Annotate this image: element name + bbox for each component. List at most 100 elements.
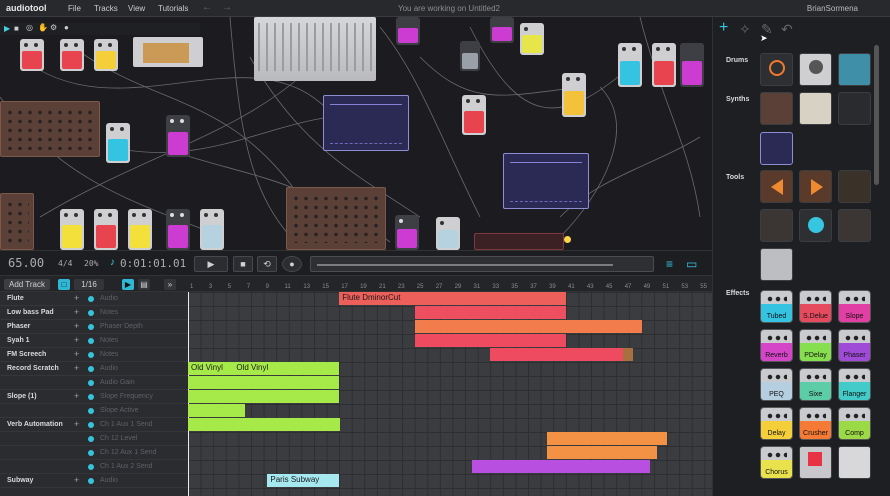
play-button[interactable]: ▶ bbox=[194, 256, 228, 272]
clip[interactable] bbox=[547, 446, 657, 459]
effect-device-tile[interactable]: Chorus bbox=[760, 446, 793, 479]
effect-device-tile[interactable]: Crusher bbox=[799, 407, 832, 440]
track-row[interactable]: Slope (1) + Slope Frequency bbox=[0, 390, 188, 404]
track-row[interactable]: Phaser + Phaser Depth bbox=[0, 320, 188, 334]
pedal-device[interactable] bbox=[128, 209, 152, 250]
clip[interactable] bbox=[414, 334, 566, 347]
menu-view[interactable]: View bbox=[128, 4, 145, 13]
clip[interactable] bbox=[414, 306, 566, 319]
track-row[interactable]: Slope Active bbox=[0, 404, 188, 418]
track-row[interactable]: Ch 12 Aux 1 Send bbox=[0, 446, 188, 460]
track-color-dot[interactable] bbox=[88, 436, 94, 442]
synth-device-tile[interactable] bbox=[838, 92, 871, 125]
timeline-icon[interactable]: ≡ bbox=[666, 257, 673, 271]
grid-icon[interactable]: ▤ bbox=[138, 279, 150, 290]
track-parameter[interactable]: Ch 12 Aux 1 Send bbox=[100, 449, 156, 456]
track-parameter[interactable]: Notes bbox=[100, 351, 118, 358]
track-color-dot[interactable] bbox=[88, 450, 94, 456]
pedal-device[interactable] bbox=[200, 209, 224, 250]
snap-toggle[interactable]: □ bbox=[58, 279, 70, 290]
track-row[interactable]: FM Screech + Notes bbox=[0, 348, 188, 362]
pedal-device[interactable] bbox=[490, 17, 514, 43]
device-desktop[interactable]: ▶ ■ ◎ ✋ ⚙ ● bbox=[0, 17, 712, 250]
tool-device-tile[interactable] bbox=[799, 209, 832, 242]
pedal-device[interactable] bbox=[60, 209, 84, 250]
chevron-right-icon[interactable]: » bbox=[164, 279, 176, 290]
sparkle-icon[interactable]: ✧ bbox=[739, 21, 751, 38]
rack-device-2[interactable] bbox=[0, 193, 34, 250]
track-row[interactable]: Record Scratch + Audio bbox=[0, 362, 188, 376]
track-row[interactable]: Audio Gain bbox=[0, 376, 188, 390]
pedal-device[interactable] bbox=[106, 123, 130, 163]
rack-device-1[interactable] bbox=[0, 101, 100, 157]
add-lane-icon[interactable]: + bbox=[74, 293, 79, 303]
synth-device-tile[interactable] bbox=[760, 132, 793, 165]
sample-device[interactable] bbox=[474, 233, 564, 250]
clip[interactable] bbox=[547, 432, 667, 445]
effect-device-tile[interactable]: PEQ bbox=[760, 368, 793, 401]
pedal-device[interactable] bbox=[396, 17, 420, 45]
track-row[interactable]: Subway + Audio bbox=[0, 474, 188, 488]
track-parameter[interactable]: Ch 1 Aux 1 Send bbox=[100, 421, 153, 428]
track-color-dot[interactable] bbox=[88, 366, 94, 372]
undo-icon[interactable]: ↶ bbox=[781, 21, 793, 38]
drum-device-tile[interactable] bbox=[799, 53, 832, 86]
clip[interactable]: Flute DminorCut bbox=[339, 292, 566, 305]
clip[interactable]: Old Vinyl bbox=[188, 362, 234, 375]
pedal-device[interactable] bbox=[460, 41, 480, 71]
clip[interactable] bbox=[188, 376, 340, 389]
clip[interactable] bbox=[188, 404, 245, 417]
track-color-dot[interactable] bbox=[88, 464, 94, 470]
track-color-dot[interactable] bbox=[88, 310, 94, 316]
track-parameter[interactable]: Ch 12 Level bbox=[100, 435, 137, 442]
pedal-device[interactable] bbox=[166, 115, 190, 157]
effect-device-tile[interactable]: Slope bbox=[838, 290, 871, 323]
clip[interactable]: Paris Subway bbox=[267, 474, 340, 487]
folder-icon[interactable]: ▭ bbox=[686, 257, 697, 271]
track-row[interactable]: Low bass Pad + Notes bbox=[0, 306, 188, 320]
pedal-device[interactable] bbox=[395, 215, 419, 250]
tool-device-tile[interactable] bbox=[799, 170, 832, 203]
effect-device-tile[interactable]: Comp bbox=[838, 407, 871, 440]
add-track-button[interactable]: Add Track bbox=[4, 279, 50, 290]
clip[interactable] bbox=[188, 418, 341, 431]
play-mini-icon[interactable]: ▶ bbox=[4, 24, 10, 33]
forward-icon[interactable]: → bbox=[222, 2, 232, 13]
pedal-device[interactable] bbox=[618, 43, 642, 87]
synth-device-2[interactable] bbox=[503, 153, 589, 209]
add-lane-icon[interactable]: + bbox=[74, 419, 79, 429]
effect-device-tile[interactable] bbox=[799, 446, 832, 479]
clip[interactable] bbox=[414, 320, 642, 333]
stop-mini-icon[interactable]: ■ bbox=[14, 24, 19, 33]
pedal-device[interactable] bbox=[462, 95, 486, 135]
track-row[interactable]: Verb Automation + Ch 1 Aux 1 Send bbox=[0, 418, 188, 432]
add-lane-icon[interactable]: + bbox=[74, 391, 79, 401]
track-color-dot[interactable] bbox=[88, 380, 94, 386]
pedal-device[interactable] bbox=[680, 43, 704, 87]
track-color-dot[interactable] bbox=[88, 352, 94, 358]
mixer-device[interactable] bbox=[254, 17, 376, 81]
effect-device-tile[interactable]: PDelay bbox=[799, 329, 832, 362]
pedal-device[interactable] bbox=[20, 39, 44, 71]
user-name[interactable]: BrianSormena bbox=[807, 4, 858, 13]
record-icon[interactable]: ● bbox=[64, 23, 69, 32]
synth-device-1[interactable] bbox=[323, 95, 409, 151]
track-color-dot[interactable] bbox=[88, 394, 94, 400]
record-button[interactable]: ● bbox=[282, 256, 302, 272]
effect-device-tile[interactable]: Sixe bbox=[799, 368, 832, 401]
hand-icon[interactable]: ✋ bbox=[38, 23, 48, 32]
clip[interactable] bbox=[188, 390, 340, 403]
drum-device-tile[interactable] bbox=[760, 53, 793, 86]
clip[interactable] bbox=[622, 348, 633, 361]
quantize-select[interactable]: 1/16 bbox=[74, 279, 104, 290]
synth-device-tile[interactable] bbox=[760, 92, 793, 125]
rack-device-3[interactable] bbox=[286, 187, 386, 250]
track-parameter[interactable]: Phaser Depth bbox=[100, 323, 143, 330]
tool-device-tile[interactable] bbox=[760, 170, 793, 203]
tool-device-tile[interactable] bbox=[838, 209, 871, 242]
meter-device[interactable] bbox=[133, 37, 203, 67]
menu-tutorials[interactable]: Tutorials bbox=[158, 4, 188, 13]
browser-scrollbar[interactable] bbox=[874, 45, 879, 185]
pedal-device[interactable] bbox=[60, 39, 84, 71]
track-parameter[interactable]: Notes bbox=[100, 309, 118, 316]
